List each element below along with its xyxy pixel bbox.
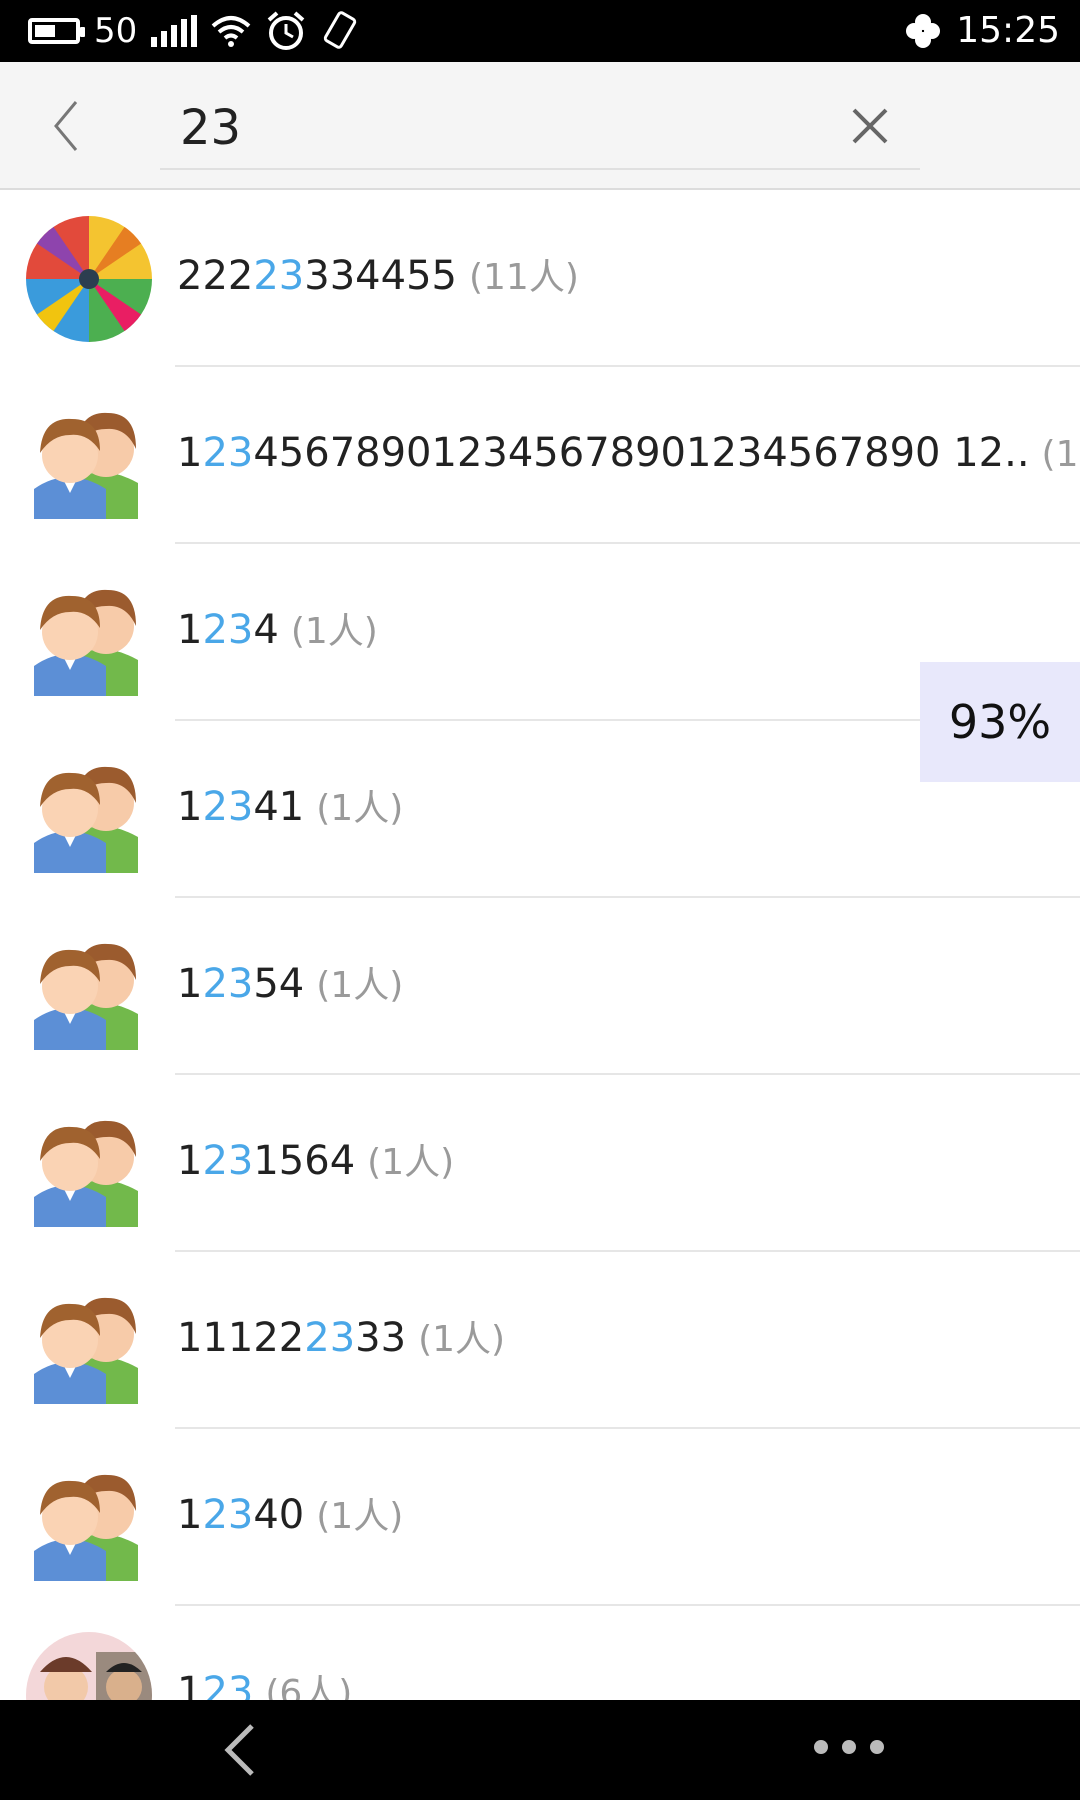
member-count: (1人): [1041, 434, 1080, 475]
item-title: 123 (6人): [177, 1664, 352, 1700]
alarm-icon: [267, 11, 305, 50]
title-match-highlight: 23: [304, 1315, 356, 1361]
wifi-icon: [211, 16, 251, 47]
battery-icon: [28, 18, 85, 44]
search-query[interactable]: 23: [180, 100, 241, 156]
item-title: 123456789012345678901234567890 12.. (1人): [177, 425, 1080, 477]
title-match-highlight: 23: [202, 1138, 254, 1184]
item-title: 1231564 (1人): [177, 1133, 454, 1185]
title-suffix: 54: [253, 961, 305, 1007]
list-item[interactable]: 1231564 (1人): [0, 1075, 1080, 1252]
close-icon[interactable]: [850, 106, 890, 146]
member-count: (1人): [316, 788, 404, 829]
member-count: (1人): [367, 1142, 455, 1183]
results-list: 22223334455 (11人) 123456789012345678901234…: [0, 190, 1080, 1700]
member-count: (11人): [468, 257, 579, 298]
item-title: 111222333 (1人): [177, 1310, 505, 1362]
group-avatar-icon: [26, 1101, 152, 1227]
list-item[interactable]: 123456789012345678901234567890 12.. (1人): [0, 367, 1080, 544]
list-item[interactable]: 1234 (1人): [0, 544, 1080, 721]
search-input[interactable]: 23: [160, 80, 920, 170]
clover-icon: [906, 13, 941, 48]
progress-toast: 93%: [920, 662, 1080, 782]
title-match-highlight: 23: [202, 1492, 254, 1538]
group-avatar-icon: [26, 747, 152, 873]
member-count: (1人): [418, 1319, 506, 1360]
item-title: 12340 (1人): [177, 1487, 403, 1539]
search-bar: 23: [0, 62, 1080, 190]
clock: 15:25: [956, 10, 1060, 51]
chevron-left-icon[interactable]: [46, 96, 92, 156]
title-prefix: 11122: [177, 1315, 305, 1361]
title-match-highlight: 23: [253, 253, 305, 299]
avatar: [26, 1632, 152, 1700]
title-prefix: 1: [177, 1138, 203, 1184]
group-avatar-icon: [26, 924, 152, 1050]
title-prefix: 1: [177, 784, 203, 830]
member-count: (1人): [316, 965, 404, 1006]
vibrate-icon: [324, 11, 357, 49]
title-prefix: 1: [177, 1492, 203, 1538]
title-match-highlight: 23: [202, 784, 254, 830]
title-prefix: 1: [177, 607, 203, 653]
group-avatar-icon: [26, 1278, 152, 1404]
status-bar: 50 15:25: [0, 0, 1080, 62]
title-match-highlight: 23: [202, 607, 254, 653]
member-count: (6人): [265, 1673, 353, 1700]
list-item[interactable]: 12341 (1人): [0, 721, 1080, 898]
title-suffix: 40: [253, 1492, 305, 1538]
list-item[interactable]: 12354 (1人): [0, 898, 1080, 1075]
item-title: 22223334455 (11人): [177, 248, 579, 300]
title-suffix: 456789012345678901234567890 12..: [253, 430, 1030, 476]
signal-icon: [151, 15, 198, 47]
title-prefix: 1: [177, 1669, 203, 1700]
title-prefix: 1: [177, 430, 203, 476]
list-item[interactable]: 123 (6人): [0, 1606, 1080, 1700]
title-prefix: 222: [177, 253, 254, 299]
title-suffix: 41: [253, 784, 305, 830]
title-suffix: 4: [253, 607, 279, 653]
list-item[interactable]: 12340 (1人): [0, 1429, 1080, 1606]
avatar: [26, 216, 152, 342]
back-arrow-icon[interactable]: [220, 1722, 260, 1778]
title-match-highlight: 23: [202, 1669, 254, 1700]
title-match-highlight: 23: [202, 430, 254, 476]
group-avatar-icon: [26, 393, 152, 519]
more-dots-icon[interactable]: [814, 1740, 884, 1754]
navigation-bar: [0, 1700, 1080, 1800]
member-count: (1人): [316, 1496, 404, 1537]
title-suffix: 334455: [304, 253, 457, 299]
title-prefix: 1: [177, 961, 203, 1007]
member-count: (1人): [290, 611, 378, 652]
title-suffix: 33: [355, 1315, 407, 1361]
item-title: 12354 (1人): [177, 956, 403, 1008]
list-item[interactable]: 22223334455 (11人): [0, 190, 1080, 367]
battery-level: 50: [94, 11, 138, 51]
item-title: 12341 (1人): [177, 779, 403, 831]
group-avatar-icon: [26, 1455, 152, 1581]
title-suffix: 1564: [253, 1138, 356, 1184]
item-title: 1234 (1人): [177, 602, 378, 654]
list-item[interactable]: 111222333 (1人): [0, 1252, 1080, 1429]
title-match-highlight: 23: [202, 961, 254, 1007]
group-avatar-icon: [26, 570, 152, 696]
